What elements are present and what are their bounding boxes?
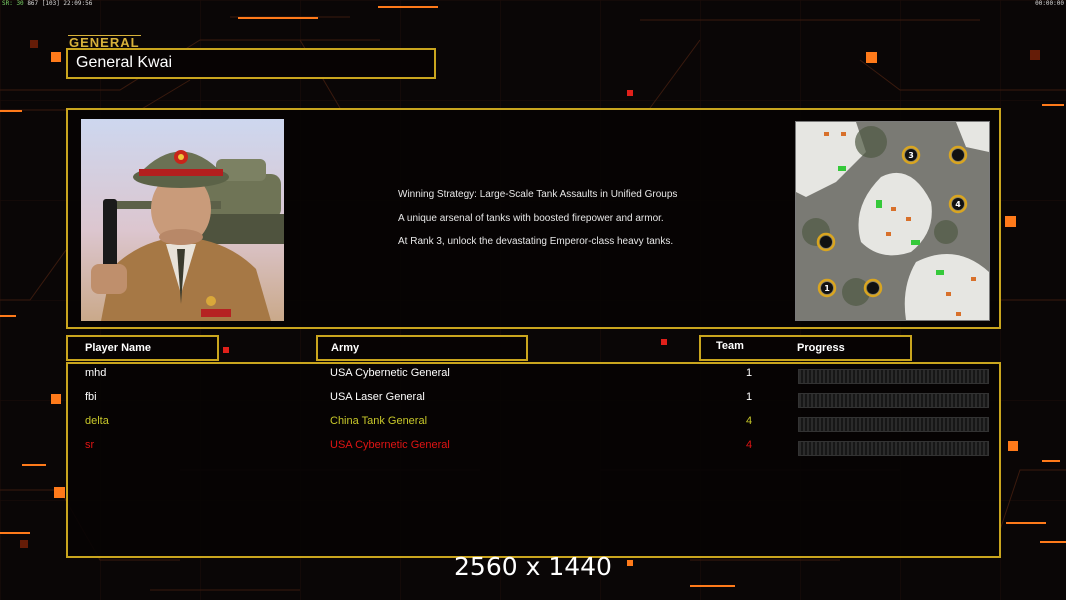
player-team: 4 bbox=[745, 439, 753, 451]
player-team: 4 bbox=[745, 415, 753, 427]
column-header-army: Army bbox=[316, 335, 528, 361]
player-progress-bar bbox=[798, 441, 989, 456]
strategy-line: A unique arsenal of tanks with boosted f… bbox=[398, 212, 664, 224]
player-army: USA Cybernetic General bbox=[330, 439, 450, 451]
player-list: mhd USA Cybernetic General 1 fbi USA Las… bbox=[66, 362, 1001, 558]
header-label-progress: Progress bbox=[797, 342, 845, 354]
player-army: USA Laser General bbox=[330, 391, 425, 403]
start-position-4: 4 bbox=[955, 200, 961, 209]
header-label: Player Name bbox=[85, 342, 152, 354]
player-row: delta China Tank General 4 bbox=[68, 415, 999, 432]
header-label-team: Team bbox=[716, 340, 744, 352]
player-name: sr bbox=[85, 439, 95, 451]
start-position-3: 3 bbox=[908, 151, 914, 160]
general-portrait-image bbox=[81, 119, 284, 321]
general-info-panel: Winning Strategy: Large-Scale Tank Assau… bbox=[66, 108, 1001, 329]
player-progress-bar bbox=[798, 393, 989, 408]
fps-readout: SR: 30 bbox=[2, 0, 24, 7]
player-name: mhd bbox=[85, 367, 107, 379]
header-label: Army bbox=[331, 342, 360, 354]
start-position-1: 1 bbox=[824, 284, 830, 293]
column-header-team-progress: Team Progress bbox=[699, 335, 912, 361]
column-header-player-name: Player Name bbox=[66, 335, 219, 361]
player-progress-bar bbox=[798, 417, 989, 432]
player-row: sr USA Cybernetic General 4 bbox=[68, 439, 999, 456]
player-army: China Tank General bbox=[330, 415, 428, 427]
strategy-line: At Rank 3, unlock the devastating Empero… bbox=[398, 236, 674, 248]
resolution-label: 2560 x 1440 bbox=[454, 552, 612, 581]
player-name: delta bbox=[85, 415, 109, 427]
section-label-general: GENERAL bbox=[68, 35, 141, 50]
player-team: 1 bbox=[745, 367, 753, 379]
general-name: General Kwai bbox=[76, 54, 173, 71]
debug-status-bar: SR: 30 867 [103] 22:09:56 00:00:00 bbox=[0, 0, 1066, 8]
strategy-description: Winning Strategy: Large-Scale Tank Assau… bbox=[398, 189, 677, 260]
clock-readout: 00:00:00 bbox=[1035, 0, 1064, 7]
strategy-line: Winning Strategy: Large-Scale Tank Assau… bbox=[398, 189, 678, 200]
player-team: 1 bbox=[745, 391, 753, 403]
player-row: fbi USA Laser General 1 bbox=[68, 391, 999, 408]
general-name-box: General Kwai bbox=[66, 48, 436, 79]
player-army: USA Cybernetic General bbox=[330, 367, 450, 379]
player-name: fbi bbox=[85, 391, 97, 403]
player-progress-bar bbox=[798, 369, 989, 384]
player-row: mhd USA Cybernetic General 1 bbox=[68, 367, 999, 384]
debug-values: 867 [103] 22:09:56 bbox=[27, 0, 93, 7]
map-preview: 3 4 1 bbox=[795, 121, 990, 321]
